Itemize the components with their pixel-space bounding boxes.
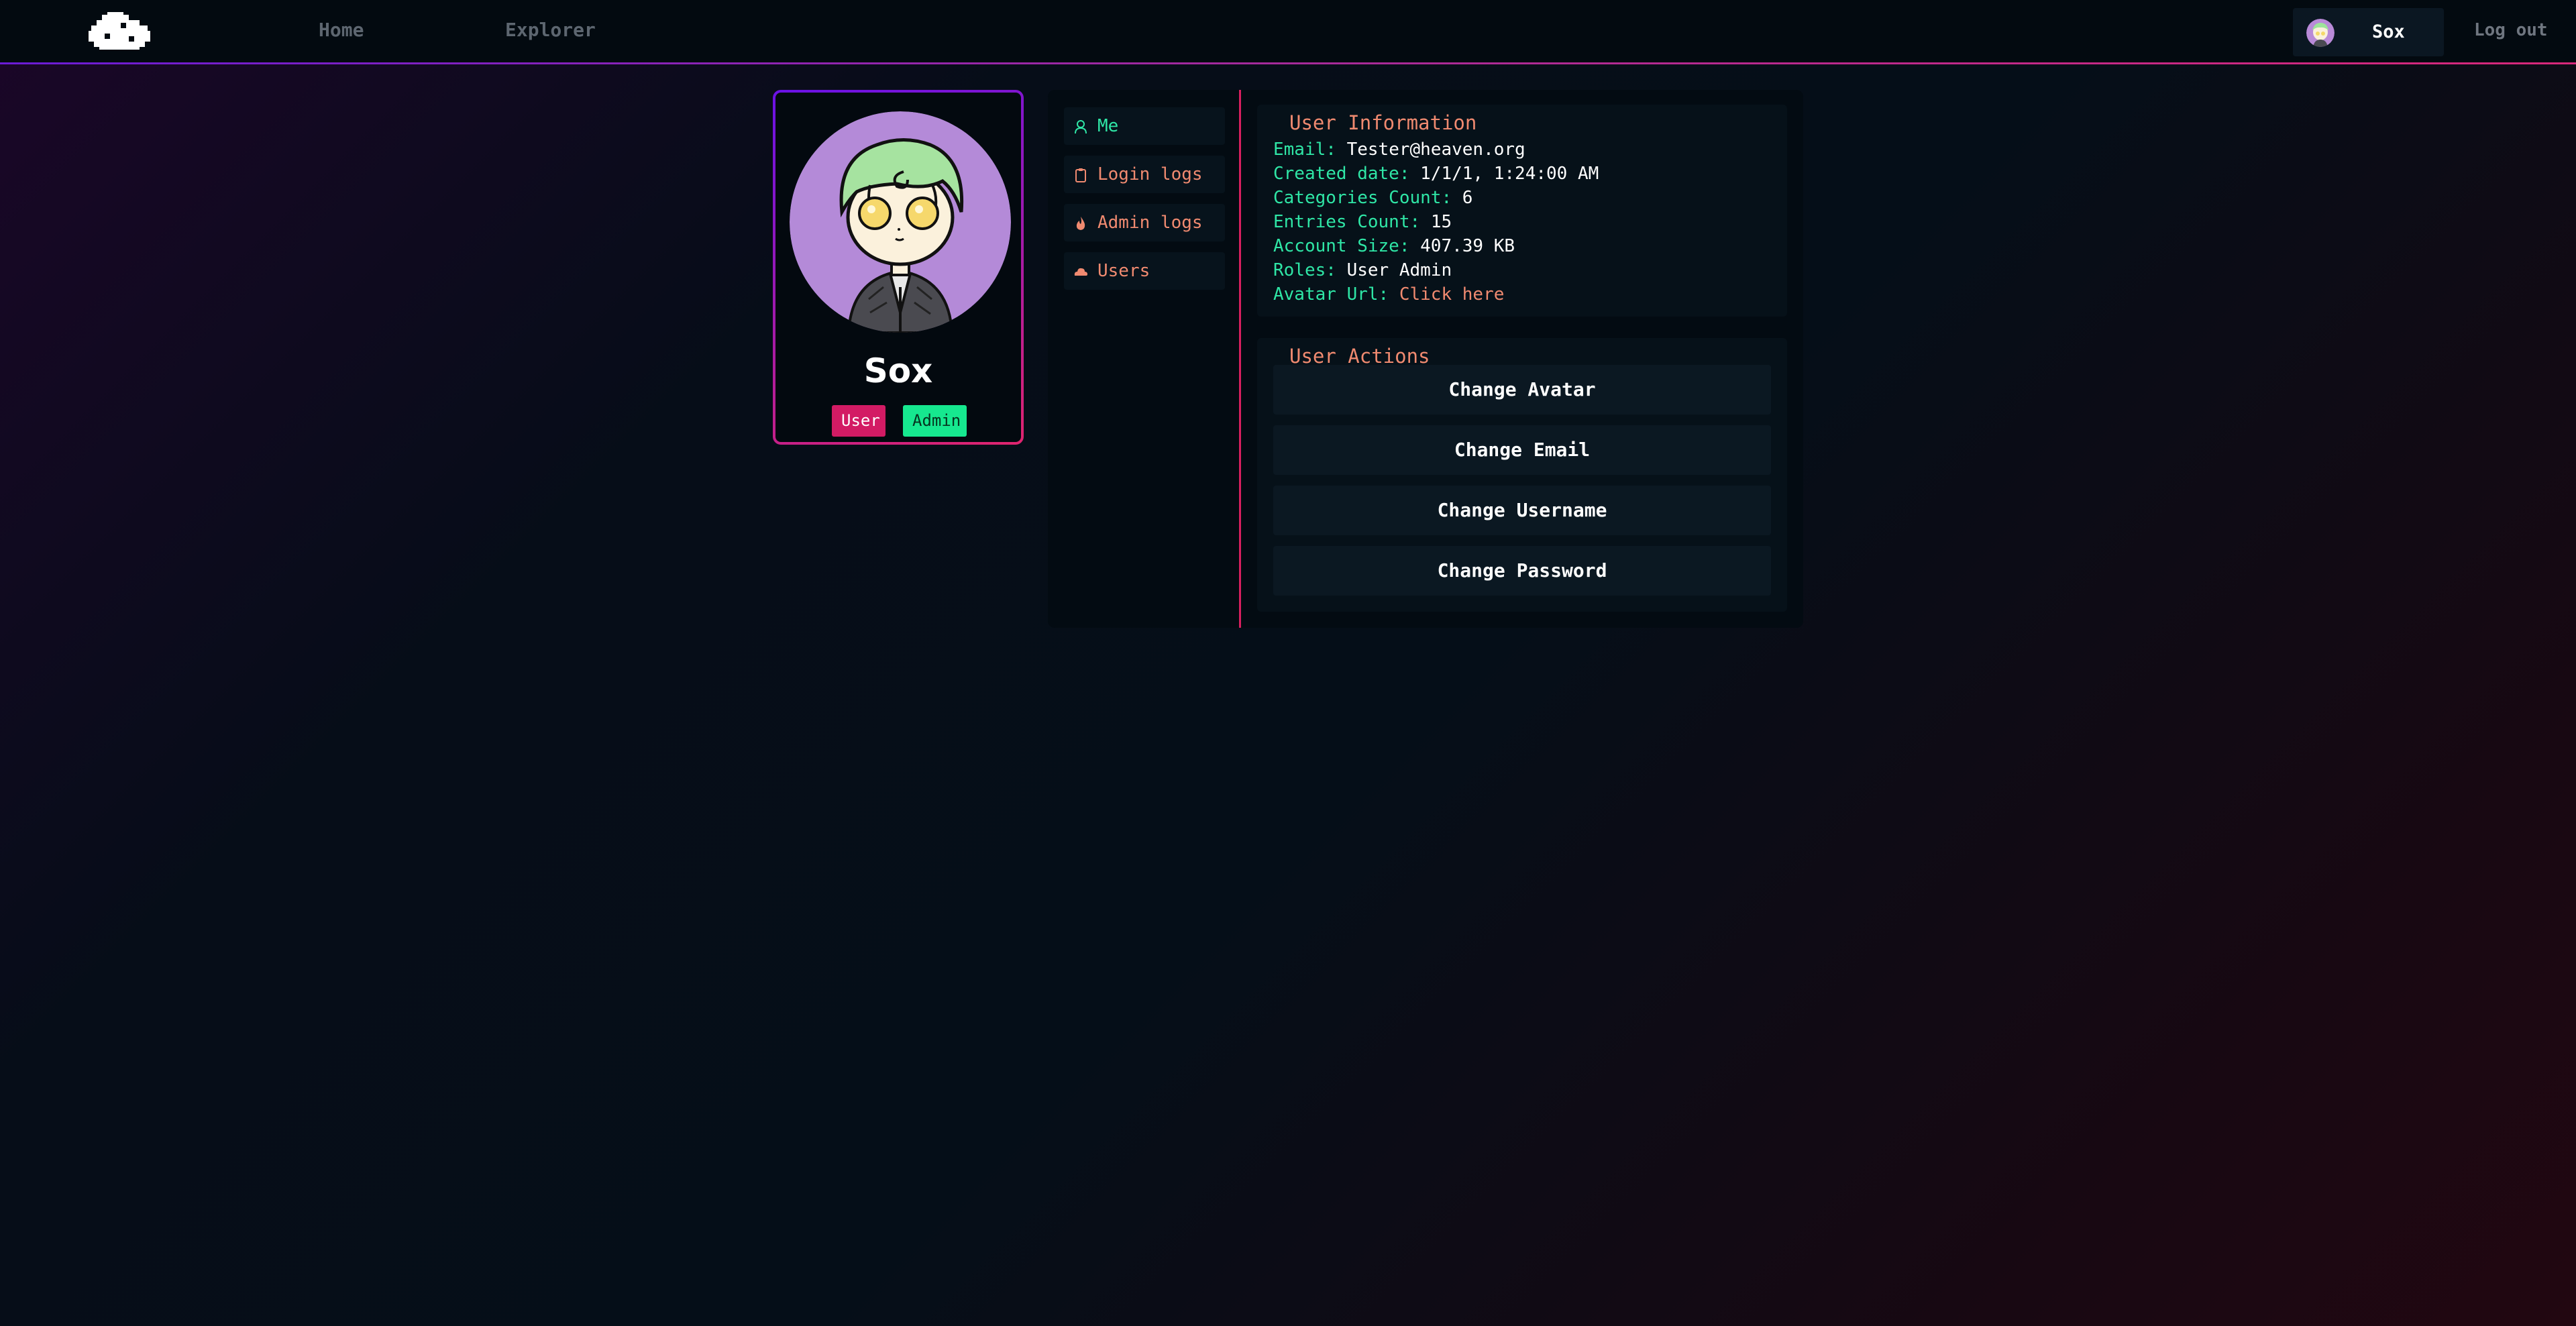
- info-value: Tester@heaven.org: [1346, 140, 1525, 160]
- info-key: Avatar Url:: [1273, 284, 1389, 305]
- user-actions-section: User Actions Change Avatar Change Email …: [1257, 338, 1787, 612]
- info-row-email: Email: Tester@heaven.org: [1273, 140, 1525, 160]
- change-avatar-button[interactable]: Change Avatar: [1273, 365, 1771, 415]
- user-information-section: User Information Email: Tester@heaven.or…: [1257, 105, 1787, 317]
- role-badge-user: User: [832, 405, 885, 437]
- sidebar-item-admin-logs[interactable]: Admin logs: [1064, 204, 1225, 241]
- sidebar-item-users[interactable]: Users: [1064, 252, 1225, 290]
- info-key: Created date:: [1273, 164, 1410, 184]
- profile-avatar: [790, 111, 1011, 333]
- nav-explorer-link[interactable]: Explorer: [505, 19, 596, 41]
- nav-home-link[interactable]: Home: [319, 19, 364, 41]
- username-label: Sox: [2372, 21, 2405, 42]
- sidebar-item-label: Admin logs: [1097, 213, 1203, 233]
- avatar: [2306, 19, 2334, 47]
- section-title: User Actions: [1289, 345, 1430, 368]
- sidebar-item-me[interactable]: Me: [1064, 107, 1225, 145]
- top-navbar: Home Explorer Sox Log out: [0, 0, 2576, 64]
- avatar-url-link[interactable]: Click here: [1399, 284, 1505, 305]
- info-key: Roles:: [1273, 260, 1336, 280]
- info-row-account-size: Account Size: 407.39 KB: [1273, 236, 1515, 256]
- clipboard-icon: [1075, 168, 1086, 182]
- info-key: Email:: [1273, 140, 1336, 160]
- info-key: Account Size:: [1273, 236, 1410, 256]
- info-key: Entries Count:: [1273, 212, 1421, 232]
- change-email-button[interactable]: Change Email: [1273, 425, 1771, 475]
- sidebar-item-label: Login logs: [1097, 164, 1203, 184]
- account-panel: Me Login logs Admin logs Users User Info…: [1048, 90, 1803, 628]
- info-value: 15: [1430, 212, 1452, 232]
- sidebar-item-login-logs[interactable]: Login logs: [1064, 156, 1225, 193]
- info-value: User Admin: [1346, 260, 1452, 280]
- info-row-entries-count: Entries Count: 15: [1273, 212, 1452, 232]
- cloud-logo-icon[interactable]: [89, 12, 150, 52]
- info-key: Categories Count:: [1273, 188, 1452, 208]
- info-value: 6: [1462, 188, 1473, 208]
- info-row-roles: Roles: User Admin: [1273, 260, 1452, 280]
- change-username-button[interactable]: Change Username: [1273, 486, 1771, 535]
- cloud-icon: [1074, 268, 1087, 276]
- info-value: 1/1/1, 1:24:00 AM: [1420, 164, 1599, 184]
- profile-card: Sox User Admin: [773, 90, 1024, 445]
- profile-username: Sox: [863, 351, 933, 390]
- info-row-categories-count: Categories Count: 6: [1273, 188, 1472, 208]
- info-value: 407.39 KB: [1420, 236, 1515, 256]
- flame-icon: [1076, 217, 1085, 230]
- user-menu-chip[interactable]: Sox: [2293, 8, 2444, 56]
- sidebar-item-label: Users: [1097, 261, 1150, 281]
- info-row-created-date: Created date: 1/1/1, 1:24:00 AM: [1273, 164, 1599, 184]
- change-password-button[interactable]: Change Password: [1273, 546, 1771, 596]
- role-badge-admin: Admin: [903, 405, 967, 437]
- info-row-avatar-url: Avatar Url: Click here: [1273, 284, 1504, 305]
- user-icon: [1075, 120, 1087, 134]
- section-title: User Information: [1289, 111, 1477, 134]
- sidebar-item-label: Me: [1097, 116, 1119, 136]
- sidebar-divider: [1239, 90, 1241, 628]
- logout-button[interactable]: Log out: [2474, 20, 2548, 40]
